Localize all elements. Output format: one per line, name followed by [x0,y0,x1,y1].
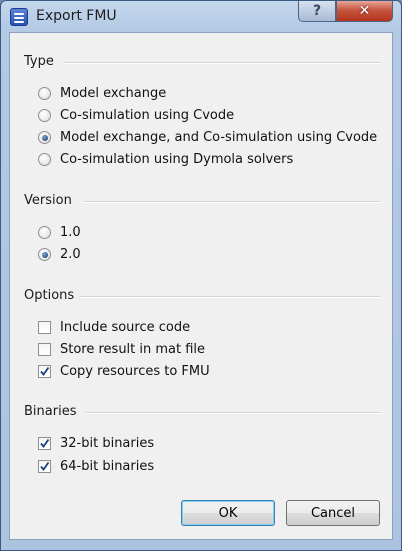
radio-label: Model exchange, and Co-simulation using … [60,130,378,145]
radio-button[interactable] [38,87,51,100]
checkmark-icon [40,438,50,448]
radio-co-simulation-cvode[interactable]: Co-simulation using Cvode [38,108,234,123]
checkmark-icon [40,461,50,471]
options-group-title: Options [24,288,75,303]
title-bar[interactable]: Export FMU ? ✕ [1,1,401,31]
close-button[interactable]: ✕ [336,1,393,22]
checkbox-store-result-mat[interactable]: Store result in mat file [38,342,205,357]
checkbox-32-bit-binaries[interactable]: 32-bit binaries [38,436,154,451]
checkbox-label: 64-bit binaries [60,459,155,474]
checkmark-icon [40,366,50,376]
checkbox[interactable] [38,321,51,334]
type-group-divider [63,62,381,64]
checkbox-copy-resources[interactable]: Copy resources to FMU [38,364,210,379]
checkbox-label: 32-bit binaries [60,436,155,451]
radio-button[interactable] [38,226,51,239]
radio-button-selected[interactable] [38,131,51,144]
checkbox[interactable] [38,343,51,356]
checkbox-checked[interactable] [38,437,51,450]
radio-button[interactable] [38,153,51,166]
radio-label: Co-simulation using Dymola solvers [60,152,294,167]
cancel-button[interactable]: Cancel [286,500,380,526]
options-group-divider [80,296,381,298]
checkbox-include-source-code[interactable]: Include source code [38,320,190,335]
radio-version-1-0[interactable]: 1.0 [38,225,81,240]
export-fmu-dialog: Export FMU ? ✕ Type Model exchange Co-si… [0,0,402,551]
checkbox-label: Include source code [60,320,191,335]
binaries-group-title: Binaries [24,404,77,419]
checkbox-label: Copy resources to FMU [60,364,210,379]
radio-label: Model exchange [60,86,167,101]
radio-version-2-0[interactable]: 2.0 [38,247,81,262]
radio-model-exchange[interactable]: Model exchange [38,86,166,101]
radio-co-simulation-dymola[interactable]: Co-simulation using Dymola solvers [38,152,293,167]
radio-button[interactable] [38,109,51,122]
radio-label: Co-simulation using Cvode [60,108,235,123]
checkbox-checked[interactable] [38,460,51,473]
radio-button-selected[interactable] [38,248,51,261]
checkbox-checked[interactable] [38,365,51,378]
binaries-group-divider [85,412,381,414]
type-group-title: Type [24,54,54,69]
app-icon [10,8,28,26]
radio-label: 2.0 [60,247,81,262]
ok-button[interactable]: OK [181,500,275,526]
radio-model-exchange-and-co-simulation[interactable]: Model exchange, and Co-simulation using … [38,130,377,145]
radio-label: 1.0 [60,225,81,240]
checkbox-64-bit-binaries[interactable]: 64-bit binaries [38,459,154,474]
window-title: Export FMU [36,8,117,24]
checkbox-label: Store result in mat file [60,342,206,357]
help-button[interactable]: ? [298,1,336,22]
dialog-body: Type Model exchange Co-simulation using … [9,32,393,540]
version-group-divider [84,201,381,203]
version-group-title: Version [24,193,72,208]
